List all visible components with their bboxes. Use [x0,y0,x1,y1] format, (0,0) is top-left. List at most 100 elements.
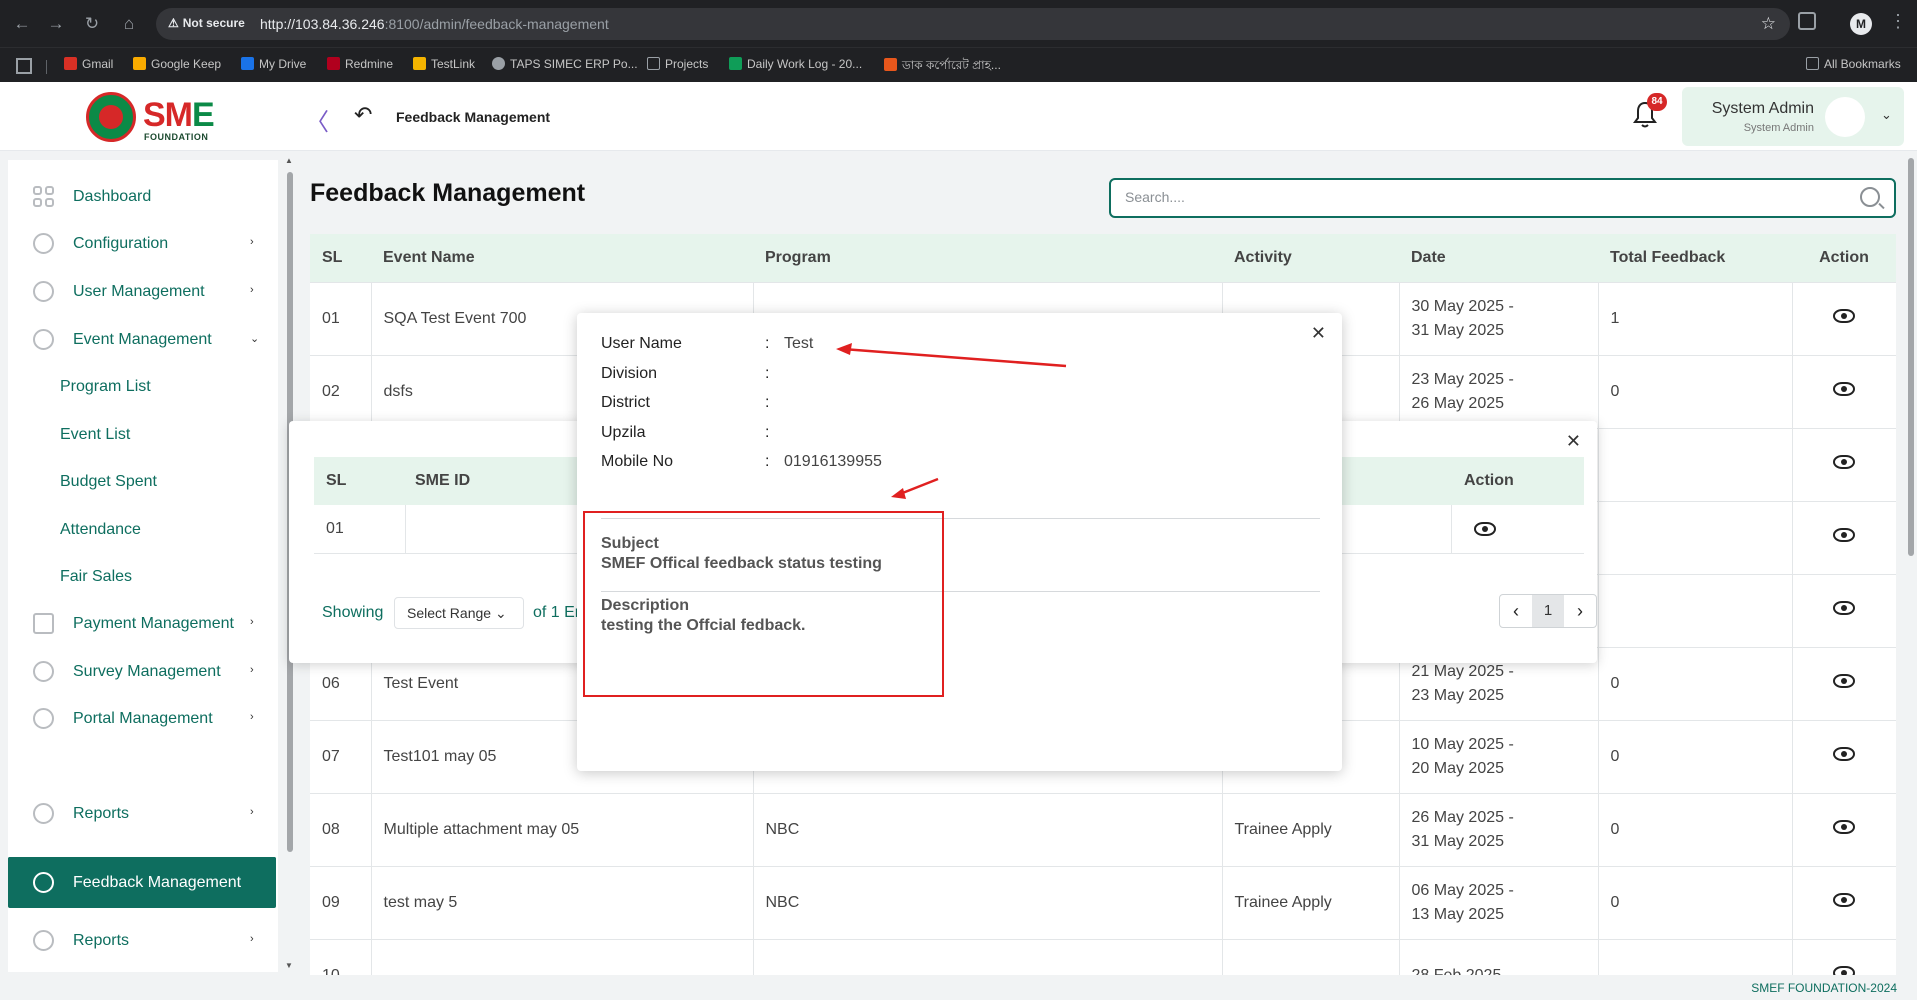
entries-count: of 1 Er [533,604,581,621]
bookmark-my-drive[interactable]: My Drive [241,57,306,71]
bookmark-dak-corporate[interactable]: ডাক কর্পোরেট প্রাহ... [884,57,1001,77]
user-menu[interactable]: System Admin System Admin ⌄ [1682,87,1904,146]
detail-field-label: User Name [601,335,682,352]
forward-arrow-icon[interactable]: → [44,12,68,36]
sidebar-item-feedback-management[interactable]: Feedback Management [8,857,276,908]
detail-field-colon: : [765,335,770,352]
showing-label: Showing [322,604,384,621]
row-date-end: 26 May 2025 [1411,394,1505,412]
search-icon[interactable] [1860,187,1880,207]
row-sl: 01 [326,520,344,537]
sidebar-item-user-management[interactable]: User Management › [8,266,276,316]
apps-grid-icon[interactable] [16,58,32,74]
chevron-down-icon: ⌄ [494,605,507,621]
bookmark-taps-erp[interactable]: TAPS SIMEC ERP Po... [492,57,638,71]
annotation-highlight-box [583,511,944,697]
address-bar[interactable]: ⚠ Not secure http://103.84.36.246:8100/ad… [156,8,1790,40]
column-header: Program [753,234,1222,282]
page-number[interactable]: 1 [1532,595,1564,627]
warning-icon: ⚠ [168,16,179,30]
chevron-down-icon: ⌄ [250,333,260,345]
sidebar-item-budget-spent[interactable]: Budget Spent [8,456,276,506]
extensions-icon[interactable] [1798,12,1816,30]
survey-icon [33,661,54,682]
search-input[interactable] [1125,189,1825,205]
sidebar-item-survey-management[interactable]: Survey Management › [8,646,276,696]
portal-icon [33,708,54,729]
bookmark-star-icon[interactable]: ☆ [1761,14,1776,34]
next-page-icon[interactable]: › [1564,595,1596,627]
all-bookmarks[interactable]: All Bookmarks [1806,57,1901,71]
not-secure-indicator[interactable]: ⚠ Not secure [168,16,245,30]
column-header: Action [1792,234,1896,282]
bookmark-google-keep[interactable]: Google Keep [133,57,221,71]
table-row: 09 test may 5 NBC Trainee Apply 06 May 2025 … [310,865,1896,939]
sidebar-item-attendance[interactable]: Attendance [8,504,276,554]
user-management-icon [33,281,54,302]
sidebar-collapse-icon[interactable]: 〈 [305,102,329,137]
sidebar-item-event-list[interactable]: Event List [8,409,276,459]
avatar [1825,97,1865,137]
sidebar-item-event-management[interactable]: Event Management ⌄ [8,314,276,364]
sidebar-item-program-list[interactable]: Program List [8,361,276,411]
range-select[interactable]: Select Range ⌄ [394,597,524,629]
back-icon[interactable]: ↶ [354,102,372,128]
drive-icon [241,57,254,70]
view-eye-icon[interactable] [1833,527,1856,542]
bookmark-projects[interactable]: Projects [647,57,708,71]
bookmark-gmail[interactable]: Gmail [64,57,113,71]
profile-avatar[interactable]: M [1850,13,1872,35]
view-eye-icon[interactable] [1833,746,1856,761]
divider [46,60,47,74]
sidebar-item-reports[interactable]: Reports › [8,788,276,838]
chevron-right-icon: › [250,933,254,945]
row-activity: Trainee Apply [1222,865,1400,939]
sme-logo[interactable]: SME [143,96,215,135]
close-icon[interactable]: ✕ [1566,431,1581,452]
row-total-feedback: 0 [1598,792,1793,866]
url-text[interactable]: http://103.84.36.246:8100/admin/feedback… [260,16,609,32]
sidebar-item-portal-management[interactable]: Portal Management › [8,693,276,743]
home-icon[interactable]: ⌂ [117,12,141,36]
view-eye-icon[interactable] [1833,308,1856,323]
bookmark-redmine[interactable]: Redmine [327,57,393,71]
row-date-end: 13 May 2025 [1411,905,1505,923]
close-icon[interactable]: ✕ [1311,323,1326,344]
row-sl: 08 [310,792,372,866]
row-date: 10 May 2025 - 20 May 2025 [1399,719,1599,793]
column-header: Action [1464,472,1514,489]
chevron-right-icon: › [250,806,254,818]
globe-icon [492,57,505,70]
sidebar-item-payment-management[interactable]: Payment Management › [8,598,276,648]
detail-field-label: Division [601,364,658,382]
view-eye-icon[interactable] [1833,454,1856,469]
prev-page-icon[interactable]: ‹ [1500,595,1532,627]
view-eye-icon[interactable] [1833,819,1856,834]
sidebar-item-configuration[interactable]: Configuration › [8,218,276,268]
row-total-feedback [1598,427,1793,501]
bookmark-testlink[interactable]: TestLink [413,57,475,71]
scroll-down-icon[interactable]: ▼ [285,961,293,970]
view-eye-icon[interactable] [1833,673,1856,688]
view-eye-icon[interactable] [1833,892,1856,907]
column-header: SL [326,472,347,489]
row-total-feedback: 0 [1598,719,1793,793]
table-row: 08 Multiple attachment may 05 NBC Trainee A… [310,792,1896,866]
view-eye-icon[interactable] [1474,522,1496,536]
back-arrow-icon[interactable]: ← [10,12,34,36]
view-eye-icon[interactable] [1833,381,1856,396]
page-scroll-thumb[interactable] [1908,158,1914,556]
view-eye-icon[interactable] [1833,600,1856,615]
search-box[interactable] [1109,178,1896,218]
column-header: Date [1399,234,1598,282]
bookmark-daily-work-log[interactable]: Daily Work Log - 20... [729,57,862,71]
sidebar-item-fair-sales[interactable]: Fair Sales [8,551,276,601]
column-header: Total Feedback [1598,234,1792,282]
reload-icon[interactable]: ↻ [80,12,104,36]
sidebar-item-reports[interactable]: Reports › [8,915,276,965]
row-program: NBC [753,792,1223,866]
sidebar-item-dashboard[interactable]: Dashboard [8,171,276,221]
browser-menu-icon[interactable]: ⋮ [1889,11,1907,32]
page-scrollbar[interactable] [1905,150,1917,972]
scroll-up-icon[interactable]: ▲ [285,156,293,165]
